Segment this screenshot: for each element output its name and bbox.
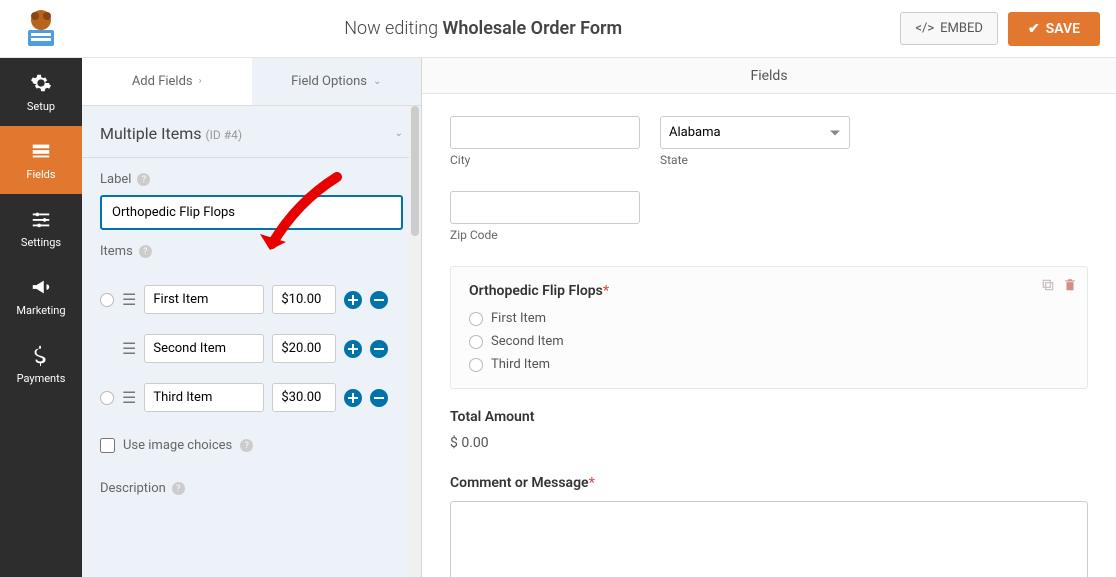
preview-radio-item[interactable]: First Item [469, 311, 1069, 326]
tab-field-options[interactable]: Field Options⌄ [252, 58, 422, 105]
preview-radio-item[interactable]: Second Item [469, 334, 1069, 349]
item-row: ☰ [100, 277, 403, 326]
item-row: ☰ [100, 326, 403, 375]
preview-header: Fields [422, 58, 1116, 94]
total-label: Total Amount [450, 409, 1088, 425]
comment-label: Comment or Message* [450, 475, 1088, 491]
form-icon [30, 140, 52, 162]
radio-icon [469, 358, 483, 372]
section-title: Multiple Items (ID #4) [100, 124, 242, 143]
city-input[interactable] [450, 116, 640, 149]
zip-input[interactable] [450, 191, 640, 224]
preview-body: City Alabama State Zip Code [422, 94, 1116, 577]
field-actions [1041, 277, 1077, 296]
items-label: Items? [100, 244, 403, 259]
item-price-input[interactable] [272, 383, 336, 412]
address-row-2: Zip Code [450, 191, 1088, 260]
comment-textarea[interactable] [450, 501, 1088, 577]
save-button[interactable]: ✔ SAVE [1008, 12, 1100, 46]
image-choices-checkbox-row: Use image choices ? [82, 424, 421, 467]
code-icon: </> [915, 21, 934, 36]
delete-icon[interactable] [1063, 277, 1077, 296]
add-item-button[interactable] [344, 340, 362, 358]
item-name-input[interactable] [144, 383, 264, 412]
dollar-icon [30, 344, 52, 366]
remove-item-button[interactable] [370, 389, 388, 407]
help-icon[interactable]: ? [240, 439, 253, 452]
radio-icon [469, 335, 483, 349]
main-layout: Setup Fields Settings Marketing Payments… [0, 58, 1116, 577]
total-value: $ 0.00 [450, 435, 1088, 451]
sidebar-item-marketing[interactable]: Marketing [0, 262, 82, 330]
radio-default[interactable] [100, 293, 114, 307]
options-tabs: Add Fields› Field Options⌄ [82, 58, 421, 106]
megaphone-icon [30, 276, 52, 298]
editing-label: Now editing Wholesale Order Form [66, 18, 900, 39]
check-icon: ✔ [1028, 21, 1040, 37]
remove-item-button[interactable] [370, 340, 388, 358]
scrollbar[interactable] [409, 106, 421, 577]
state-select[interactable]: Alabama [660, 116, 850, 149]
drag-handle-icon[interactable]: ☰ [122, 341, 136, 357]
help-icon[interactable]: ? [137, 173, 150, 186]
chevron-down-icon: ⌄ [395, 128, 403, 139]
preview-panel: Fields City Alabama State [422, 58, 1116, 577]
gear-icon [30, 72, 52, 94]
items-group: Items? [82, 230, 421, 259]
image-choices-checkbox[interactable] [100, 438, 115, 453]
chevron-right-icon: › [199, 76, 202, 87]
embed-button[interactable]: </> EMBED [900, 12, 998, 45]
label-label: Label? [100, 172, 403, 187]
city-label: City [450, 153, 640, 167]
remove-item-button[interactable] [370, 291, 388, 309]
item-name-input[interactable] [144, 334, 264, 363]
sidebar-item-settings[interactable]: Settings [0, 194, 82, 262]
help-icon[interactable]: ? [139, 245, 152, 258]
add-item-button[interactable] [344, 389, 362, 407]
items-list: ☰ ☰ ☰ [82, 267, 421, 424]
options-body: Multiple Items (ID #4) ⌄ Label? Items? [82, 106, 421, 577]
preview-radio-item[interactable]: Third Item [469, 357, 1069, 372]
app-logo [16, 8, 66, 50]
description-group: Description? [82, 467, 421, 518]
sidebar-item-fields[interactable]: Fields [0, 126, 82, 194]
sidebar-item-setup[interactable]: Setup [0, 58, 82, 126]
item-row: ☰ [100, 375, 403, 424]
field-section-header[interactable]: Multiple Items (ID #4) ⌄ [82, 106, 421, 158]
top-bar: Now editing Wholesale Order Form </> EMB… [0, 0, 1116, 58]
sidebar-item-payments[interactable]: Payments [0, 330, 82, 398]
drag-handle-icon[interactable]: ☰ [122, 390, 136, 406]
description-label: Description? [100, 481, 403, 496]
label-group: Label? [82, 158, 421, 230]
help-icon[interactable]: ? [172, 482, 185, 495]
zip-label: Zip Code [450, 228, 640, 242]
duplicate-icon[interactable] [1041, 277, 1055, 296]
item-price-input[interactable] [272, 334, 336, 363]
drag-handle-icon[interactable]: ☰ [122, 292, 136, 308]
state-label: State [660, 153, 850, 167]
radio-default[interactable] [100, 391, 114, 405]
label-input[interactable] [100, 195, 403, 230]
sliders-icon [30, 208, 52, 230]
preview-field-title: Orthopedic Flip Flops* [469, 283, 1069, 299]
item-name-input[interactable] [144, 285, 264, 314]
item-price-input[interactable] [272, 285, 336, 314]
preview-radio-list: First Item Second Item Third Item [469, 311, 1069, 372]
left-sidebar: Setup Fields Settings Marketing Payments [0, 58, 82, 577]
radio-icon [469, 312, 483, 326]
multiple-items-preview[interactable]: Orthopedic Flip Flops* First Item Second… [450, 266, 1088, 389]
chevron-down-icon: ⌄ [373, 76, 381, 87]
address-row-1: City Alabama State [450, 116, 1088, 185]
tab-add-fields[interactable]: Add Fields› [82, 58, 252, 105]
options-panel: Add Fields› Field Options⌄ Multiple Item… [82, 58, 422, 577]
add-item-button[interactable] [344, 291, 362, 309]
